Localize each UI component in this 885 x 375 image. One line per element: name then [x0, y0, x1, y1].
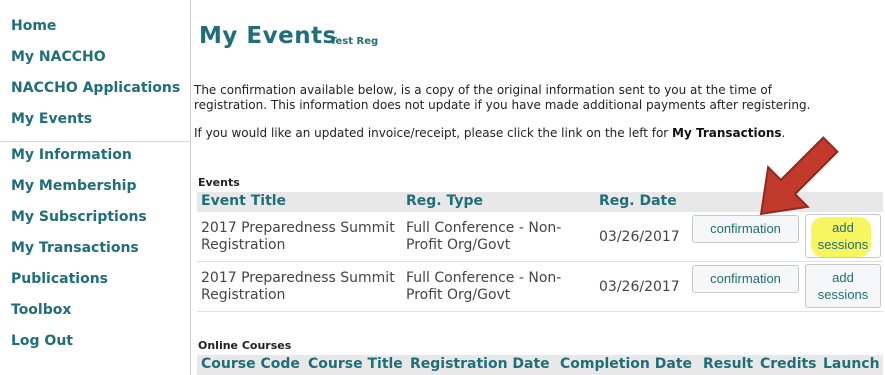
event-title-cell: 2017 Preparedness Summit Registration: [201, 270, 395, 304]
sidebar-item-publications[interactable]: Publications: [11, 271, 108, 287]
sidebar-item-my-information[interactable]: My Information: [11, 147, 132, 163]
column-reg-date: Reg. Date: [599, 193, 677, 209]
column-event-title: Event Title: [201, 193, 287, 209]
notice-line-1: The confirmation available below, is a c…: [194, 83, 772, 97]
reg-type-cell: Full Conference - Non- Profit Org/Govt: [406, 220, 561, 254]
event-title-line-1: 2017 Preparedness Summit: [201, 270, 395, 286]
annotation-arrow-icon: [759, 136, 839, 216]
sidebar-item-log-out[interactable]: Log Out: [11, 333, 73, 349]
row-divider: [197, 311, 883, 312]
reg-type-line-1: Full Conference - Non-: [406, 220, 562, 236]
events-section-label: Events: [198, 176, 240, 189]
event-title-line-2: Registration: [201, 237, 286, 253]
reg-type-line-2: Profit Org/Govt: [406, 237, 511, 253]
sidebar-divider: [0, 141, 191, 142]
add-sessions-button[interactable]: add sessions: [805, 264, 881, 308]
add-sessions-line-1: add: [832, 270, 854, 285]
column-launch: Launch: [823, 356, 880, 372]
notice-prefix: If you would like an updated invoice/rec…: [194, 126, 673, 140]
reg-date-cell: 03/26/2017: [599, 279, 680, 295]
column-reg-type: Reg. Type: [406, 193, 484, 209]
sidebar-item-my-transactions[interactable]: My Transactions: [11, 240, 139, 256]
sidebar-item-my-subscriptions[interactable]: My Subscriptions: [11, 209, 147, 225]
add-sessions-line-2: sessions: [817, 237, 869, 252]
notice-line-2: registration. This information does not …: [194, 97, 811, 112]
reg-type-cell: Full Conference - Non- Profit Org/Govt: [406, 270, 561, 304]
add-sessions-line-2: sessions: [817, 287, 869, 302]
column-completion-date: Completion Date: [560, 356, 693, 372]
courses-section-label: Online Courses: [198, 339, 292, 352]
transactions-notice: If you would like an updated invoice/rec…: [194, 126, 785, 140]
confirmation-button[interactable]: confirmation: [692, 265, 799, 293]
event-title-cell: 2017 Preparedness Summit Registration: [201, 220, 395, 254]
column-course-code: Course Code: [201, 356, 300, 372]
reg-type-line-2: Profit Org/Govt: [406, 287, 511, 303]
sidebar-item-naccho-applications[interactable]: NACCHO Applications: [11, 80, 180, 96]
page-title: My Events: [199, 23, 337, 49]
sidebar-item-my-membership[interactable]: My Membership: [11, 178, 137, 194]
sidebar-item-toolbox[interactable]: Toolbox: [11, 302, 71, 318]
column-course-title: Course Title: [308, 356, 403, 372]
sidebar-item-my-naccho[interactable]: My NACCHO: [11, 49, 106, 65]
row-divider: [197, 261, 883, 262]
column-result: Result: [703, 356, 754, 372]
reg-type-line-1: Full Conference - Non-: [406, 270, 562, 286]
confirmation-notice: The confirmation available below, is a c…: [194, 83, 810, 112]
event-title-line-2: Registration: [201, 287, 286, 303]
column-credits: Credits: [760, 356, 817, 372]
sidebar-nav: Home My NACCHO NACCHO Applications My Ev…: [0, 0, 191, 375]
page-subtitle: Test Reg: [330, 36, 379, 47]
event-title-line-1: 2017 Preparedness Summit: [201, 220, 395, 236]
sidebar-item-home[interactable]: Home: [11, 18, 56, 34]
sidebar-item-my-events[interactable]: My Events: [11, 111, 92, 127]
column-registration-date: Registration Date: [410, 356, 550, 372]
reg-date-cell: 03/26/2017: [599, 229, 680, 245]
